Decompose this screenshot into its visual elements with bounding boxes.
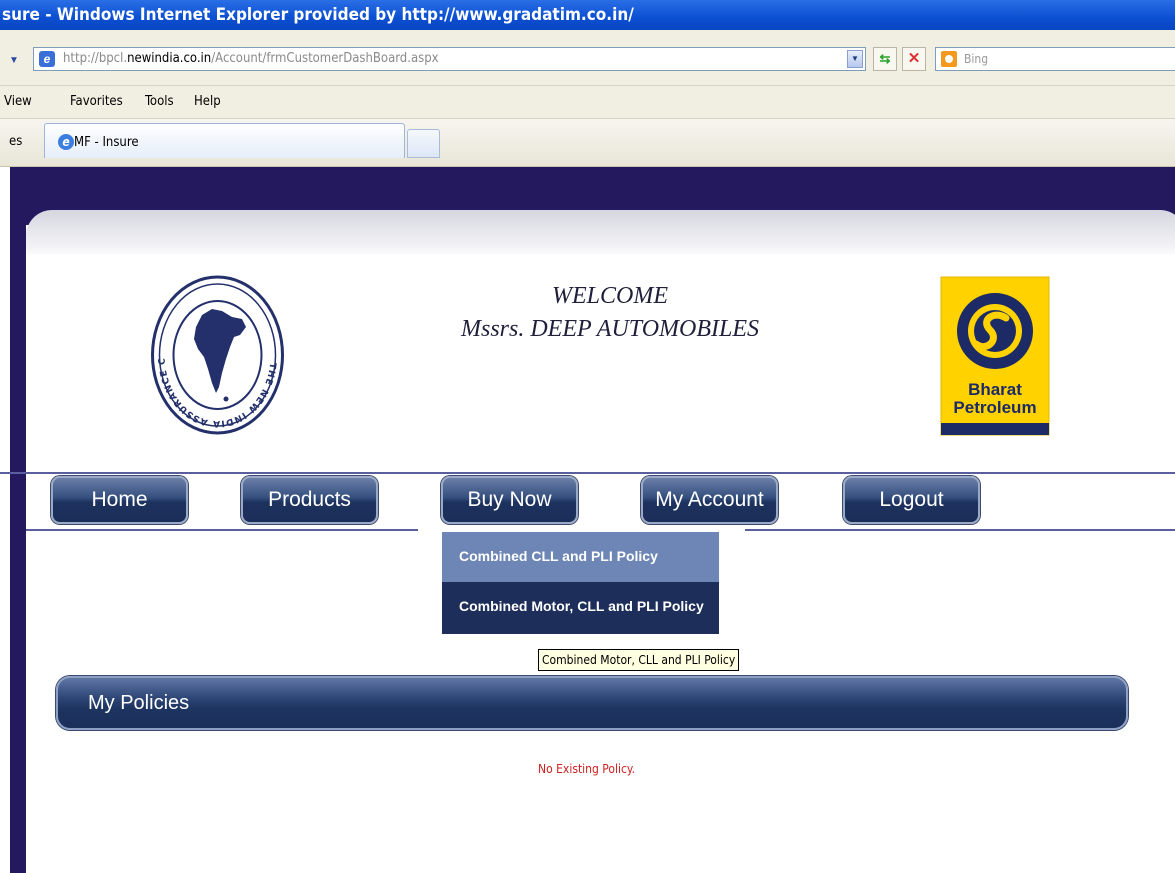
customer-name: Mssrs. DEEP AUTOMOBILES [460,316,760,342]
stop-icon[interactable]: ✕ [902,47,926,71]
search-placeholder: Bing [964,52,989,66]
nav-divider-top [0,472,1175,474]
menu-item-motor-cll-pli-policy[interactable]: Combined Motor, CLL and PLI Policy [442,582,719,634]
ie-tab-icon: e [58,134,74,150]
favorites-label[interactable]: es [9,134,22,149]
tooltip: Combined Motor, CLL and PLI Policy [538,649,740,671]
bing-icon [941,51,957,67]
products-button[interactable]: Products [241,476,378,524]
buy-now-dropdown: Combined CLL and PLI Policy Combined Mot… [442,532,719,634]
my-account-button[interactable]: My Account [641,476,778,524]
bpcl-logo-icon: Bharat Petroleum [940,276,1050,436]
content-card-top [26,210,1175,258]
menu-help[interactable]: Help [194,94,221,109]
menu-item-cll-pli-policy[interactable]: Combined CLL and PLI Policy [442,532,719,582]
tab-label: MF - Insure [74,135,139,150]
welcome-line: WELCOME [552,283,668,309]
menu-favorites[interactable]: Favorites [70,94,123,109]
address-url[interactable]: http://bpcl.newindia.co.in/Account/frmCu… [63,48,439,70]
page-left-border [10,225,26,873]
nav-divider-bottom-right [745,529,1175,531]
nia-logo-icon: THE NEW INDIA ASSURANCE CO. LTD. [150,275,284,435]
window-title-bar: sure - Windows Internet Explorer provide… [0,0,1175,30]
no-policy-message: No Existing Policy. [538,762,636,776]
new-tab-button[interactable] [407,129,440,158]
menu-bar: View Favorites Tools Help [0,86,1175,119]
menu-view[interactable]: View [4,94,32,109]
home-button[interactable]: Home [51,476,188,524]
bpcl-logo-line2: Petroleum [953,398,1036,417]
nav-divider-bottom-left [26,529,418,531]
my-policies-title: My Policies [88,692,190,714]
my-policies-header: My Policies [56,676,1128,730]
buy-now-button[interactable]: Buy Now [441,476,578,524]
tab-bar: es e MF - Insure [0,119,1175,167]
address-dropdown-icon[interactable]: ▼ [847,50,863,68]
address-bar[interactable]: e http://bpcl.newindia.co.in/Account/frm… [33,47,866,71]
menu-tools[interactable]: Tools [145,94,174,109]
welcome-heading: WELCOME Mssrs. DEEP AUTOMOBILES [420,280,800,346]
logout-button[interactable]: Logout [843,476,980,524]
back-dropdown-arrow-icon[interactable]: ▼ [9,55,19,66]
search-input[interactable]: Bing [935,47,1175,71]
page-ie-icon: e [39,51,55,67]
bpcl-logo-line1: Bharat [968,380,1022,399]
address-toolbar: ▼ e http://bpcl.newindia.co.in/Account/f… [0,30,1175,86]
tab-active[interactable]: e MF - Insure [44,123,405,158]
refresh-icon[interactable]: ⇆ [873,47,897,71]
